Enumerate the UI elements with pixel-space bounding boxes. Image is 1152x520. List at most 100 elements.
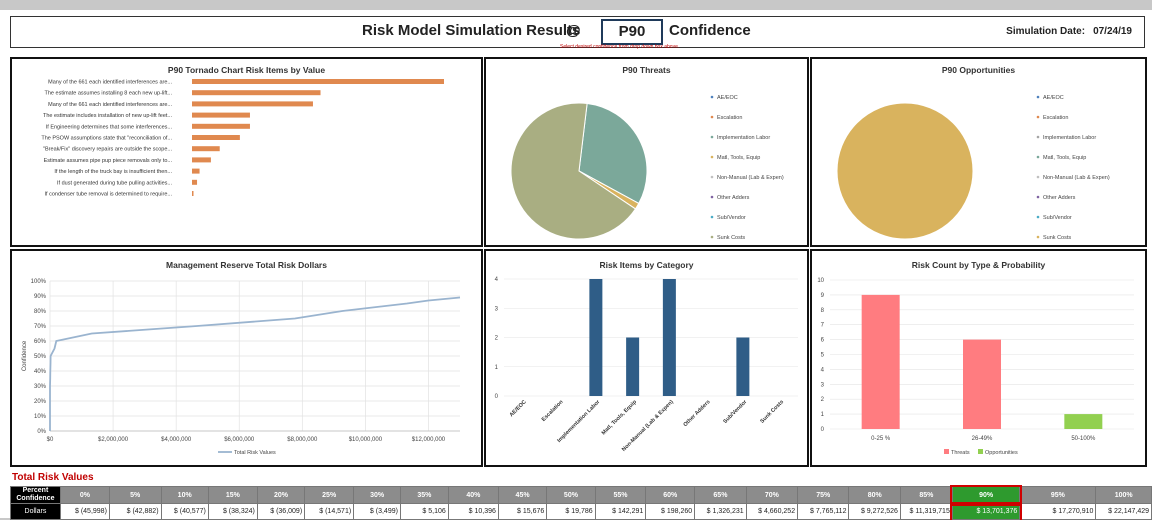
- risk-count-ytick-label: 3: [821, 382, 825, 388]
- percent-cell: 80%: [848, 486, 901, 504]
- dollars-cell: $ 17,270,910: [1019, 503, 1097, 520]
- opportunities-legend-swatch: [1036, 175, 1040, 179]
- dropdown-hint: Select desired confidence from drop down…: [560, 44, 680, 50]
- risk-count-ytick-label: 8: [821, 308, 825, 314]
- risk-count-ytick-label: 2: [821, 397, 825, 403]
- dollars-cell: $ 10,396: [447, 503, 499, 520]
- opportunities-legend-swatch: [1036, 155, 1040, 159]
- threats-legend-label: Sub/Vendor: [717, 215, 746, 221]
- category-bar: [662, 279, 676, 396]
- category-xtick-label: Other Adders: [683, 399, 712, 428]
- dollars-row: Dollars $ (45,998) $ (42,882) $ (40,577) $ (…: [10, 501, 1152, 520]
- line-xtick-label: $12,000,000: [412, 437, 446, 443]
- risk-count-bar-threats: [861, 294, 900, 429]
- dollars-cell: $ (40,577): [160, 503, 209, 520]
- opportunities-pie-chart: AE/EOC Escalation Implementation Labor Matl…: [836, 95, 1110, 241]
- dollars-cell: $ 11,319,715: [899, 503, 953, 520]
- percent-cell: 5%: [108, 486, 162, 504]
- risk-count-panel: Risk Count by Type & Probability 0123456…: [810, 249, 1147, 467]
- simulation-date-value: 07/24/19: [1093, 26, 1132, 37]
- opportunities-slice: [836, 102, 974, 240]
- opportunities-legend-label: Escalation: [1043, 115, 1068, 121]
- threats-legend-swatch: [710, 235, 714, 239]
- risk-count-bar-threats: [963, 339, 1001, 429]
- management-reserve-chart: 0% 10% 20% 30% 40% 50% 60% 70% 80% 90% 100% $0 $2,00…: [22, 279, 461, 456]
- percent-cell: 10%: [160, 486, 209, 504]
- threats-legend-label: Implementation Labor: [717, 135, 770, 141]
- risk-count-chart: 0 1 2 3 4 5 6 7 8 9 10 0-25 % 26-49% 50-100% Threats Op…: [817, 278, 1134, 456]
- line-xtick-label: $2,000,000: [98, 437, 129, 443]
- line-xtick-label: $8,000,000: [287, 437, 318, 443]
- confidence-dropdown[interactable]: P90: [601, 19, 663, 45]
- percent-cell: 70%: [745, 486, 799, 504]
- threats-legend-swatch: [710, 135, 714, 139]
- line-ytick-label: 90%: [34, 294, 47, 300]
- threats-legend-swatch: [710, 155, 714, 159]
- opportunities-legend-label: Sub/Vendor: [1043, 215, 1072, 221]
- risk-count-legend-label: Opportunities: [985, 450, 1018, 456]
- tornado-chart: Many of the 661 each identified interfer…: [41, 79, 444, 198]
- line-xtick-label: $10,000,000: [349, 437, 383, 443]
- category-xtick-label: AE/EOC: [509, 399, 528, 418]
- percent-label-line2: Confidence: [16, 495, 55, 502]
- opportunities-legend-swatch: [1036, 95, 1040, 99]
- threats-legend-swatch: [710, 95, 714, 99]
- tornado-bar: [192, 101, 313, 107]
- percent-cell: 0%: [59, 486, 110, 504]
- tornado-label: If the length of the truck bay is insuff…: [54, 169, 172, 175]
- opportunities-legend-label: Other Adders: [1043, 195, 1076, 201]
- line-ytick-label: 10%: [34, 414, 47, 420]
- percent-cell: 85%: [899, 486, 953, 504]
- category-bar: [589, 279, 603, 396]
- tornado-label: If condenser tube removal is determined …: [45, 192, 173, 198]
- line-ytick-label: 40%: [34, 369, 47, 375]
- tornado-label: Many of the 661 each identified interfer…: [48, 80, 172, 86]
- tornado-label: The estimate assumes installing 8 each n…: [45, 91, 173, 97]
- risk-count-ytick-label: 9: [821, 293, 825, 299]
- category-chart-panel: Risk Items by Category 0 1 2 3 4 AE/EOC Escala…: [484, 249, 809, 467]
- opportunities-pie-panel: P90 Opportunities AE/EOC Escalation Implem…: [810, 57, 1147, 247]
- risk-count-legend-swatch: [978, 449, 983, 454]
- category-chart: 0 1 2 3 4 AE/EOC EscalationImplementation Labo…: [495, 277, 798, 453]
- line-ylabel: Confidence: [22, 340, 28, 371]
- at-symbol: @: [566, 22, 581, 39]
- risk-count-ytick-label: 10: [817, 278, 824, 284]
- tornado-bar: [192, 135, 240, 140]
- tornado-label: If Engineering determines that some inte…: [46, 124, 173, 130]
- tornado-bar: [192, 179, 198, 185]
- line-ytick-label: 60%: [34, 339, 47, 345]
- threats-legend-label: Other Adders: [717, 195, 750, 201]
- percent-cell: 45%: [497, 486, 548, 504]
- category-ytick-label: 4: [495, 277, 499, 283]
- opportunities-legend-swatch: [1036, 235, 1040, 239]
- line-xtick-label: $0: [47, 437, 54, 443]
- line-series-total-risk: [49, 296, 461, 431]
- category-xtick-label: Escalation: [541, 399, 565, 423]
- threats-pie-panel: P90 Threats AE/EOC Escalation Implementati…: [484, 57, 809, 247]
- threats-legend-swatch: [710, 195, 714, 199]
- confidence-label: Confidence: [669, 22, 751, 39]
- percent-cell: 65%: [694, 486, 747, 504]
- line-ytick-label: 70%: [34, 324, 47, 330]
- page-title: Risk Model Simulation Results: [362, 22, 581, 39]
- dollars-cell: $ 4,660,252: [745, 503, 799, 520]
- tornado-label: "Break/Fix" discovery repairs are outsid…: [43, 147, 172, 153]
- tornado-label: If dust generated during tube pulling ac…: [57, 180, 172, 186]
- line-ytick-label: 100%: [31, 279, 47, 285]
- percent-cell: 100%: [1095, 486, 1152, 504]
- line-ytick-label: 0%: [37, 429, 46, 435]
- line-ytick-label: 80%: [34, 309, 47, 315]
- percent-cell: 50%: [546, 486, 596, 504]
- dollars-cell: $ 15,676: [497, 503, 548, 520]
- threats-legend-label: Sunk Costs: [717, 235, 745, 241]
- opportunities-legend-label: Matl, Tools, Equip: [1043, 155, 1086, 161]
- risk-count-ytick-label: 5: [821, 353, 825, 359]
- opportunities-legend-swatch: [1036, 135, 1040, 139]
- opportunities-legend-label: Non-Manual (Lab & Expen): [1043, 175, 1110, 181]
- percent-cell: 90%: [950, 484, 1022, 506]
- threats-legend-label: Non-Manual (Lab & Expen): [717, 175, 784, 181]
- threats-legend-swatch: [710, 175, 714, 179]
- opportunities-legend-label: Sunk Costs: [1043, 235, 1071, 241]
- threats-legend-label: Escalation: [717, 115, 742, 121]
- opportunities-legend-label: AE/EOC: [1043, 95, 1064, 101]
